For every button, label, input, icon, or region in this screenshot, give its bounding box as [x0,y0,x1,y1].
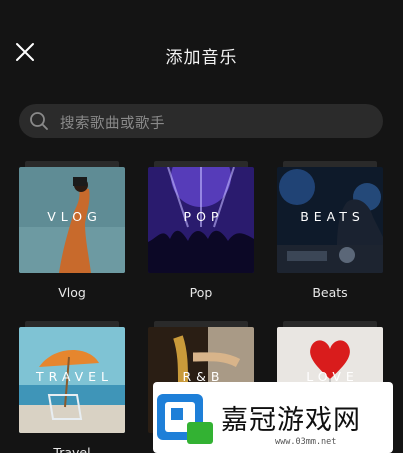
watermark-logo-icon [157,394,213,444]
page-title: 添加音乐 [165,48,238,68]
card-label: Vlog [58,285,86,300]
search-icon [30,112,48,130]
card-label: Pop [189,285,213,300]
card-overlay-title: VLOG [47,209,102,224]
card-label: Travel [53,445,91,453]
watermark-banner: 嘉冠游戏网 www.03mm.net [153,382,393,453]
card-overlay-title: TRAVEL [36,369,113,384]
watermark-text: 嘉冠游戏网 [221,405,361,436]
card-overlay-title: BEATS [300,209,365,224]
search-input[interactable]: 搜索歌曲或歌手 [19,104,383,138]
card-overlay-title: POP [183,209,224,224]
card-label: Beats [312,285,348,300]
search-placeholder: 搜索歌曲或歌手 [60,116,165,132]
watermark-url: www.03mm.net [275,437,337,447]
header: 添加音乐 [0,0,403,106]
